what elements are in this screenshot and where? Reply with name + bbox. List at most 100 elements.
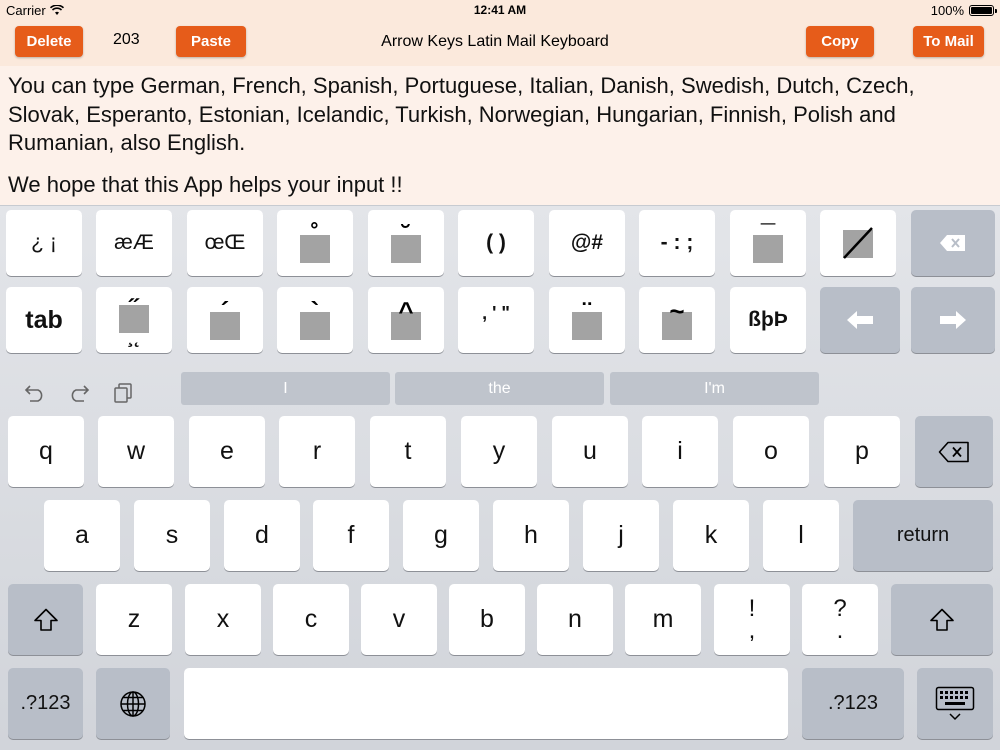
key-space[interactable] [184, 668, 788, 739]
key-w[interactable]: w [98, 416, 174, 487]
circumflex-accent-icon: ^ [391, 296, 421, 340]
key-h[interactable]: h [493, 500, 569, 571]
suggestion-1[interactable]: I [181, 372, 390, 405]
key-at-hash[interactable]: @# [549, 210, 625, 276]
delete-button[interactable]: Delete [15, 26, 83, 57]
key-shift-right[interactable] [891, 584, 993, 655]
key-ae[interactable]: æÆ [96, 210, 172, 276]
text-paragraph: You can type German, French, Spanish, Po… [8, 73, 915, 155]
key-v[interactable]: v [361, 584, 437, 655]
key-shift-left[interactable] [8, 584, 83, 655]
double-acute-icon: ˝ ¸˛ [119, 293, 149, 348]
key-numbers-left[interactable]: .?123 [8, 668, 83, 739]
key-c[interactable]: c [273, 584, 349, 655]
key-tab[interactable]: tab [6, 287, 82, 353]
key-n[interactable]: n [537, 584, 613, 655]
key-dash-colon[interactable]: - : ; [639, 210, 715, 276]
key-return[interactable]: return [853, 500, 993, 571]
key-macron-accent[interactable]: ¯ [730, 210, 806, 276]
key-slash-accent[interactable] [820, 210, 896, 276]
key-numbers-right[interactable]: .?123 [802, 668, 904, 739]
macron-accent-icon: ¯ [753, 219, 783, 263]
key-quotes[interactable]: , ' " [458, 287, 534, 353]
character-counter: 203 [113, 31, 140, 48]
backspace-icon [938, 441, 969, 462]
key-acute-accent[interactable]: ´ [187, 287, 263, 353]
shift-icon [930, 608, 954, 631]
key-u[interactable]: u [552, 416, 628, 487]
key-t[interactable]: t [370, 416, 446, 487]
key-f[interactable]: f [313, 500, 389, 571]
key-inverted-punct[interactable]: ¿ ¡ [6, 210, 82, 276]
to-mail-button[interactable]: To Mail [913, 26, 984, 57]
acute-accent-icon: ´ [210, 296, 240, 340]
key-oe[interactable]: œŒ [187, 210, 263, 276]
key-l[interactable]: l [763, 500, 839, 571]
key-circumflex-accent[interactable]: ^ [368, 287, 444, 353]
key-parentheses[interactable]: ( ) [458, 210, 534, 276]
status-right: 100% [930, 3, 997, 18]
key-p[interactable]: p [824, 416, 900, 487]
key-left-arrow[interactable] [820, 287, 900, 353]
key-breve-accent[interactable]: ˘ [368, 210, 444, 276]
globe-icon [120, 690, 146, 717]
text-area[interactable]: You can type German, French, Spanish, Po… [0, 66, 1000, 205]
status-time: 12:41 AM [473, 3, 527, 17]
key-custom-backspace[interactable] [911, 210, 995, 276]
key-grave-accent[interactable]: ` [277, 287, 353, 353]
quest-bottom-label: . [836, 616, 844, 644]
right-arrow-icon [940, 311, 966, 329]
text-paragraph: We hope that this App helps your input !… [8, 171, 403, 197]
shift-icon [33, 608, 58, 631]
status-bar: Carrier 12:41 AM 100% [0, 0, 1000, 20]
battery-icon [969, 5, 997, 16]
key-question-period[interactable]: ?. [802, 584, 878, 655]
key-eszett-thorn[interactable]: ßþÞ [730, 287, 806, 353]
redo-icon[interactable] [68, 382, 90, 404]
key-j[interactable]: j [583, 500, 659, 571]
delete-icon [940, 235, 965, 251]
excl-bottom-label: , [748, 616, 756, 644]
key-exclamation-comma[interactable]: !, [714, 584, 790, 655]
key-right-arrow[interactable] [911, 287, 995, 353]
key-q[interactable]: q [8, 416, 84, 487]
quotes-label: , ' " [482, 302, 510, 323]
key-dismiss-keyboard[interactable] [917, 668, 993, 739]
app-title: Arrow Keys Latin Mail Keyboard [381, 33, 609, 50]
copy-button[interactable]: Copy [806, 26, 874, 57]
key-a[interactable]: a [44, 500, 120, 571]
left-arrow-icon [847, 311, 873, 329]
paste-button[interactable]: Paste [176, 26, 246, 57]
grave-accent-icon: ` [300, 296, 330, 340]
key-b[interactable]: b [449, 584, 525, 655]
undo-icon[interactable] [24, 382, 46, 404]
clipboard-icon[interactable] [112, 382, 134, 404]
cedilla-ogonek-mark: ¸˛ [127, 326, 141, 348]
suggestion-2[interactable]: the [395, 372, 604, 405]
key-o[interactable]: o [733, 416, 809, 487]
keyboard-dismiss-icon [935, 686, 975, 720]
ring-accent-icon: ˚ [300, 219, 330, 263]
key-ring-accent[interactable]: ˚ [277, 210, 353, 276]
suggestion-3[interactable]: I'm [610, 372, 819, 405]
key-k[interactable]: k [673, 500, 749, 571]
key-i[interactable]: i [642, 416, 718, 487]
tilde-accent-icon: ~ [662, 296, 692, 340]
key-x[interactable]: x [185, 584, 261, 655]
battery-percent: 100% [930, 3, 964, 18]
key-z[interactable]: z [96, 584, 172, 655]
key-e[interactable]: e [189, 416, 265, 487]
key-backspace[interactable] [915, 416, 993, 487]
key-tilde-accent[interactable]: ~ [639, 287, 715, 353]
slash-accent-icon [843, 227, 873, 259]
key-y[interactable]: y [461, 416, 537, 487]
key-g[interactable]: g [403, 500, 479, 571]
key-globe[interactable] [96, 668, 170, 739]
key-m[interactable]: m [625, 584, 701, 655]
key-s[interactable]: s [134, 500, 210, 571]
breve-accent-icon: ˘ [391, 219, 421, 263]
key-d[interactable]: d [224, 500, 300, 571]
key-umlaut-accent[interactable]: ¨ [549, 287, 625, 353]
key-r[interactable]: r [279, 416, 355, 487]
key-double-acute[interactable]: ˝ ¸˛ [96, 287, 172, 353]
